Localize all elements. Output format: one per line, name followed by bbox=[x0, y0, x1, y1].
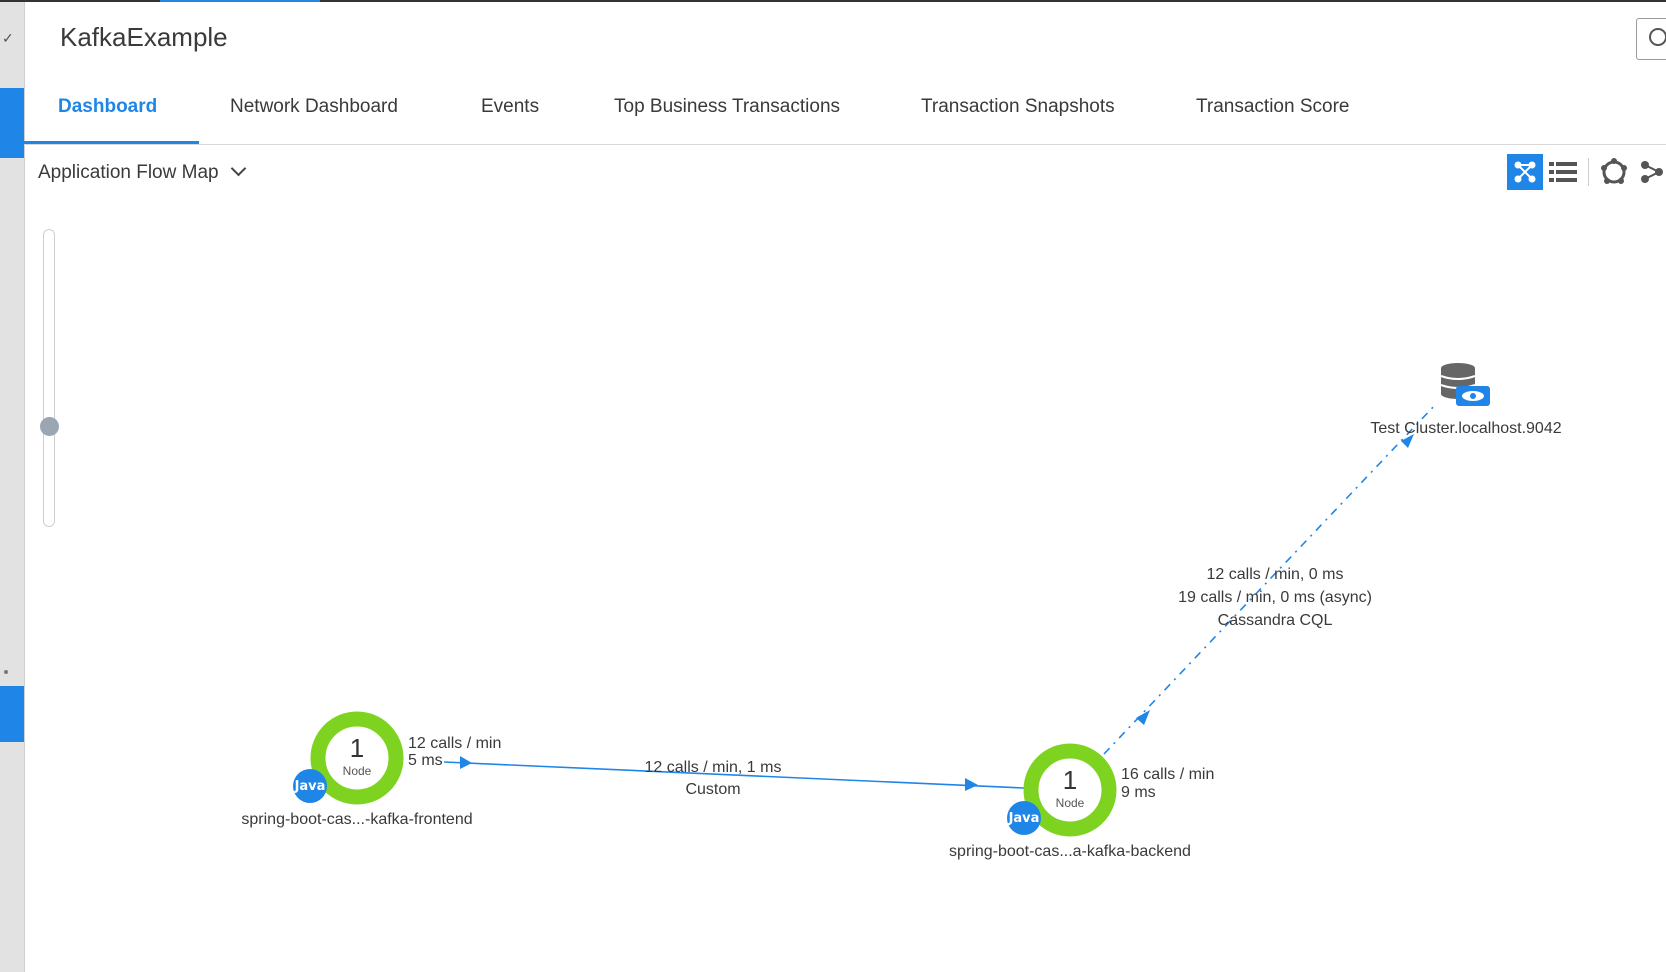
frontend-node-name[interactable]: spring-boot-cas...-kafka-frontend bbox=[241, 811, 472, 829]
java-badge-icon: Java bbox=[1007, 801, 1041, 835]
backend-node-name[interactable]: spring-boot-cas...a-kafka-backend bbox=[949, 843, 1191, 861]
frontend-response-time: 5 ms bbox=[408, 752, 443, 769]
node-label: Node bbox=[1055, 796, 1085, 810]
frontend-calls: 12 calls / min bbox=[408, 735, 502, 752]
backend-calls: 16 calls / min bbox=[1121, 766, 1215, 783]
java-badge-icon: Java bbox=[293, 769, 327, 803]
edge-arrow bbox=[460, 756, 472, 769]
backend-response-time: 9 ms bbox=[1121, 784, 1156, 801]
edge-arrow bbox=[965, 778, 978, 791]
node-count: 1 bbox=[349, 733, 365, 763]
edge-custom-type: Custom bbox=[685, 781, 741, 798]
node-label: Node bbox=[342, 764, 372, 778]
edge-arrow bbox=[1136, 710, 1150, 725]
node-count: 1 bbox=[1062, 765, 1078, 795]
database-name[interactable]: Test Cluster.localhost.9042 bbox=[1370, 420, 1561, 438]
edge-custom-metrics: 12 calls / min, 1 ms bbox=[644, 759, 782, 776]
edge-cassandra-sync: 12 calls / min, 0 ms bbox=[1206, 566, 1344, 583]
edge-cassandra-async: 19 calls / min, 0 ms (async) bbox=[1178, 589, 1372, 606]
database-icon[interactable] bbox=[1440, 362, 1496, 408]
edge-cassandra-type: Cassandra CQL bbox=[1217, 612, 1333, 629]
